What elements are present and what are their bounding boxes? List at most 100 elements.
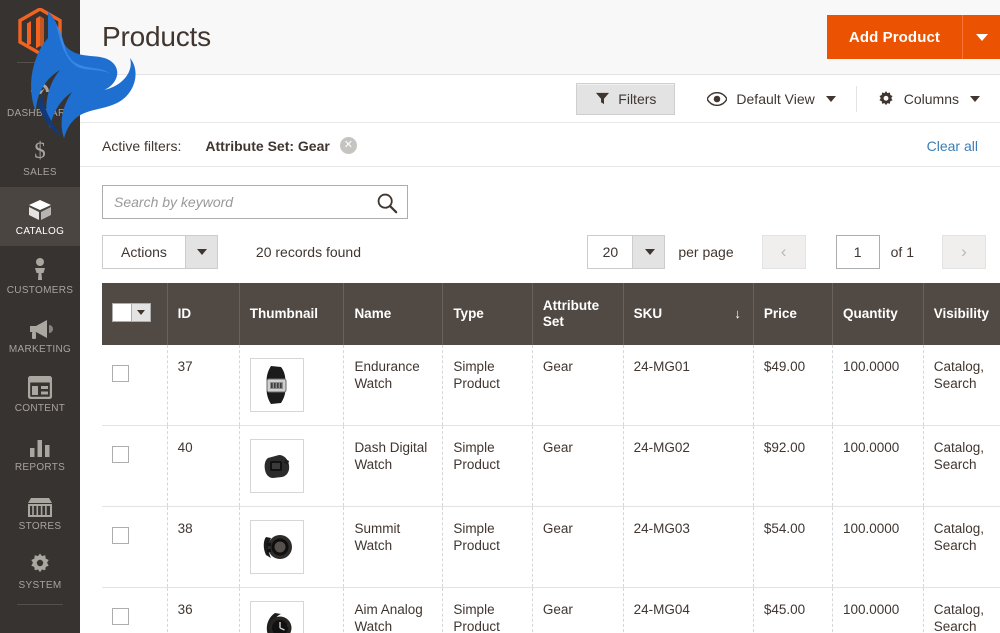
bar-chart-icon <box>28 432 52 458</box>
eye-icon <box>707 92 727 106</box>
sidebar-item-marketing[interactable]: MARKETING <box>0 305 80 364</box>
cell-price: $45.00 <box>753 588 832 633</box>
column-header-type[interactable]: Type <box>443 283 533 345</box>
cell-name: Aim Analog Watch <box>344 588 443 633</box>
cell-sku: 24-MG01 <box>623 345 753 426</box>
sidebar-item-sales[interactable]: $ SALES <box>0 128 80 187</box>
previous-page-button[interactable]: ‹ <box>762 235 806 269</box>
column-header-thumbnail[interactable]: Thumbnail <box>239 283 344 345</box>
chevron-down-icon <box>970 96 980 102</box>
cell-id: 37 <box>167 345 239 426</box>
sidebar-item-content[interactable]: CONTENT <box>0 364 80 423</box>
cell-quantity: 100.0000 <box>832 507 923 588</box>
products-grid-container: ID Thumbnail Name Type Attribute Set SKU… <box>80 283 1000 633</box>
column-header-id[interactable]: ID <box>167 283 239 345</box>
column-header-visibility[interactable]: Visibility <box>923 283 1000 345</box>
actions-dropdown[interactable]: Actions <box>102 235 218 269</box>
table-row[interactable]: 36 <box>102 588 1000 633</box>
watch-analog-black-icon <box>255 606 299 633</box>
column-header-price[interactable]: Price <box>753 283 832 345</box>
layout-icon <box>28 373 52 399</box>
sidebar-item-label: REPORTS <box>15 462 65 473</box>
default-view-selector[interactable]: Default View <box>701 83 841 115</box>
cell-type: Simple Product <box>443 345 533 426</box>
watch-round-dark-icon <box>255 525 299 569</box>
chevron-down-icon <box>137 310 145 315</box>
cell-attribute-set: Gear <box>532 345 623 426</box>
search-icon <box>376 192 398 214</box>
cell-sku: 24-MG04 <box>623 588 753 633</box>
column-header-sku[interactable]: SKU ↓ <box>623 283 753 345</box>
row-select-cell <box>102 507 167 588</box>
cell-quantity: 100.0000 <box>832 588 923 633</box>
chevron-down-icon <box>826 96 836 102</box>
page-number-input[interactable] <box>836 235 880 269</box>
actions-dropdown-toggle[interactable] <box>185 236 217 268</box>
column-header-attribute-set[interactable]: Attribute Set <box>532 283 623 345</box>
row-checkbox[interactable] <box>112 527 129 544</box>
cell-thumbnail <box>239 588 344 633</box>
cell-attribute-set: Gear <box>532 426 623 507</box>
sidebar-item-reports[interactable]: REPORTS <box>0 423 80 482</box>
sidebar-divider <box>17 62 63 63</box>
grid-header: ID Thumbnail Name Type Attribute Set SKU… <box>102 283 1000 345</box>
gear-icon <box>28 550 52 576</box>
cell-visibility: Catalog, Search <box>923 588 1000 633</box>
grid-actions-row: Actions 20 records found 20 per page ‹ o… <box>80 219 1000 283</box>
columns-selector[interactable]: Columns <box>871 83 986 115</box>
row-select-cell <box>102 345 167 426</box>
products-grid: ID Thumbnail Name Type Attribute Set SKU… <box>102 283 1000 633</box>
filters-button[interactable]: Filters <box>576 83 675 115</box>
cell-id: 38 <box>167 507 239 588</box>
sidebar-item-catalog[interactable]: CATALOG <box>0 187 80 246</box>
search-input[interactable] <box>103 186 407 218</box>
sidebar-item-system[interactable]: SYSTEM <box>0 541 80 600</box>
sidebar-item-stores[interactable]: STORES <box>0 482 80 541</box>
admin-sidebar: DASHBOARD $ SALES CATALOG <box>0 0 80 633</box>
cell-price: $54.00 <box>753 507 832 588</box>
cell-attribute-set: Gear <box>532 507 623 588</box>
add-product-dropdown-toggle[interactable] <box>962 15 1000 59</box>
watch-digital-black-icon <box>255 444 299 488</box>
cell-type: Simple Product <box>443 588 533 633</box>
table-row[interactable]: 38 <box>102 507 1000 588</box>
box-icon <box>27 196 53 222</box>
dollar-icon: $ <box>28 137 52 163</box>
row-checkbox[interactable] <box>112 365 129 382</box>
active-filter-chip: Attribute Set: Gear <box>205 138 329 154</box>
cell-thumbnail <box>239 345 344 426</box>
toolbar-divider <box>856 86 857 112</box>
total-pages-label: of 1 <box>891 244 914 260</box>
sidebar-item-customers[interactable]: CUSTOMERS <box>0 246 80 305</box>
pagination-controls: 20 per page ‹ of 1 › <box>587 235 986 269</box>
sidebar-item-dashboard[interactable]: DASHBOARD <box>0 69 80 128</box>
active-filters-label: Active filters: <box>102 138 181 154</box>
column-header-name[interactable]: Name <box>344 283 443 345</box>
select-all-control[interactable] <box>112 303 151 322</box>
row-checkbox[interactable] <box>112 608 129 625</box>
table-row[interactable]: 37 Endurance Watch <box>102 345 1000 426</box>
person-icon <box>29 255 51 281</box>
clear-all-link[interactable]: Clear all <box>927 138 978 154</box>
per-page-select[interactable]: 20 <box>587 235 665 269</box>
magento-logo[interactable] <box>0 0 80 62</box>
select-all-checkbox[interactable] <box>113 304 131 321</box>
sidebar-item-label: SALES <box>23 167 57 178</box>
search-submit-button[interactable] <box>374 190 400 216</box>
column-header-quantity[interactable]: Quantity <box>832 283 923 345</box>
per-page-toggle[interactable] <box>632 236 664 268</box>
cell-type: Simple Product <box>443 426 533 507</box>
table-row[interactable]: 40 Dash Digital Watch <box>102 426 1000 507</box>
cell-type: Simple Product <box>443 507 533 588</box>
sidebar-divider-bottom <box>17 604 63 605</box>
select-all-dropdown-toggle[interactable] <box>131 304 150 321</box>
dashboard-icon <box>28 78 52 104</box>
remove-filter-icon[interactable]: ✕ <box>340 137 357 154</box>
sidebar-item-label: STORES <box>19 521 62 532</box>
add-product-button[interactable]: Add Product <box>827 15 962 59</box>
records-found-text: 20 records found <box>256 244 361 260</box>
cell-thumbnail <box>239 426 344 507</box>
next-page-button[interactable]: › <box>942 235 986 269</box>
cell-id: 36 <box>167 588 239 633</box>
row-checkbox[interactable] <box>112 446 129 463</box>
